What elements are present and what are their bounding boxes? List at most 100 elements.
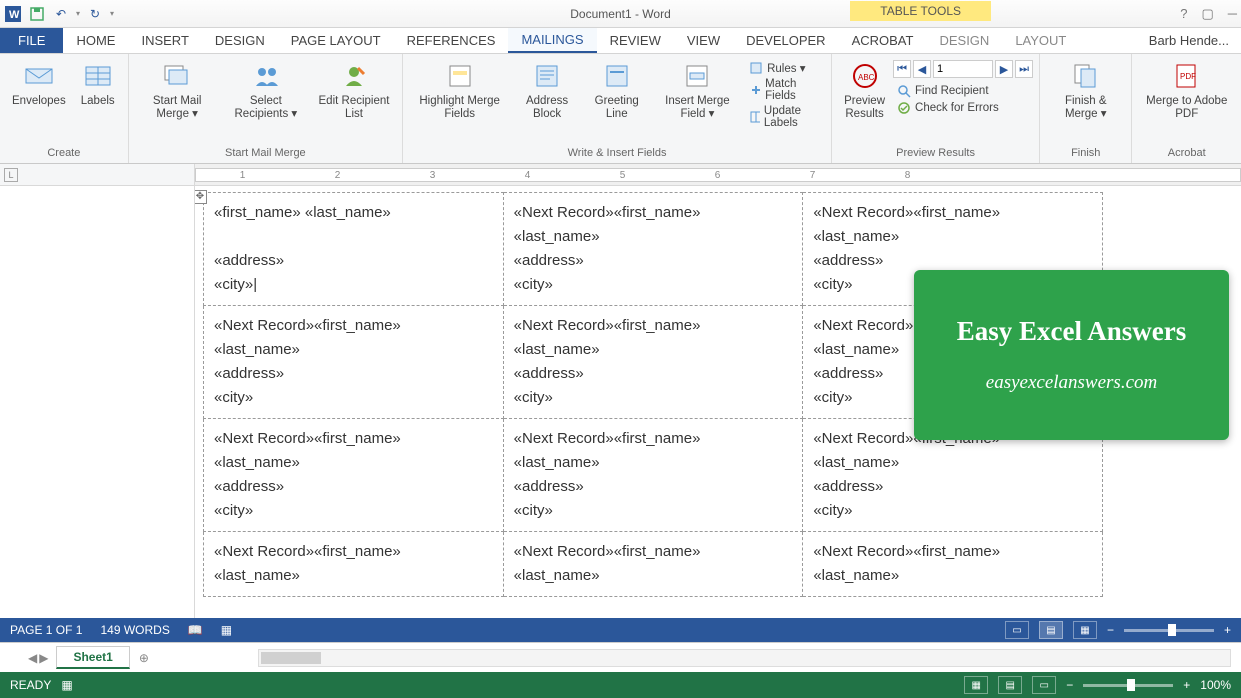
sheet-prev-icon[interactable]: ◀ bbox=[28, 651, 37, 665]
tab-table-design[interactable]: DESIGN bbox=[926, 28, 1002, 53]
label-cell[interactable]: «Next Record»«first_name»«last_name»«add… bbox=[204, 419, 504, 532]
ribbon: Envelopes Labels Create Start Mail Merge… bbox=[0, 54, 1241, 164]
insert-merge-field-button[interactable]: Insert Merge Field ▾ bbox=[652, 58, 743, 123]
minimize-icon[interactable]: ─ bbox=[1228, 6, 1237, 21]
table-move-handle-icon[interactable]: ✥ bbox=[195, 190, 207, 204]
match-fields-button[interactable]: Match Fields bbox=[749, 77, 821, 103]
check-errors-button[interactable]: Check for Errors bbox=[897, 100, 1029, 116]
window-controls: ? ▢ ─ bbox=[1180, 6, 1237, 22]
excel-status-bar: READY ▦ ▦ ▤ ▭ − + 100% bbox=[0, 672, 1241, 698]
update-labels-button[interactable]: Update Labels bbox=[749, 104, 821, 130]
label-cell[interactable]: «Next Record»«first_name»«last_name» bbox=[503, 532, 803, 597]
write-mini-buttons: Rules ▾ Match Fields Update Labels bbox=[745, 58, 825, 132]
watermark-title: Easy Excel Answers bbox=[957, 316, 1187, 347]
undo-dropdown-icon[interactable]: ▾ bbox=[76, 9, 80, 18]
sheet-tab[interactable]: Sheet1 bbox=[56, 646, 129, 669]
envelopes-button[interactable]: Envelopes bbox=[6, 58, 72, 110]
help-icon[interactable]: ? bbox=[1180, 6, 1187, 21]
print-layout-button[interactable]: ▤ bbox=[1039, 621, 1063, 639]
window-title: Document1 - Word bbox=[570, 7, 670, 21]
qat-customize-icon[interactable]: ▾ bbox=[110, 9, 114, 18]
watermark-url: easyexcelanswers.com bbox=[986, 372, 1157, 394]
spell-check-icon[interactable]: 📖 bbox=[188, 623, 203, 637]
group-start-mail-merge: Start Mail Merge ▾ Select Recipients ▾ E… bbox=[129, 54, 403, 163]
label-cell[interactable]: «first_name» «last_name»«address»«city» bbox=[204, 193, 504, 306]
sheet-next-icon[interactable]: ▶ bbox=[39, 651, 48, 665]
zoom-in-button[interactable]: + bbox=[1224, 623, 1231, 637]
read-mode-button[interactable]: ▭ bbox=[1005, 621, 1029, 639]
word-count[interactable]: 149 WORDS bbox=[100, 623, 169, 637]
select-recipients-button[interactable]: Select Recipients ▾ bbox=[222, 58, 310, 123]
finish-merge-button[interactable]: Finish & Merge ▾ bbox=[1046, 58, 1125, 123]
label-cell[interactable]: «Next Record»«first_name»«last_name»«add… bbox=[503, 419, 803, 532]
excel-zoom-slider[interactable] bbox=[1083, 684, 1173, 687]
word-app-icon: W bbox=[4, 5, 22, 23]
group-preview-results: ABCPreview Results ⏮ ◀ ▶ ⏭ Find Recipien… bbox=[832, 54, 1040, 163]
horizontal-ruler[interactable]: 12345678 bbox=[195, 164, 1241, 185]
save-icon[interactable] bbox=[28, 5, 46, 23]
next-record-button[interactable]: ▶ bbox=[995, 60, 1013, 78]
tab-references[interactable]: REFERENCES bbox=[394, 28, 509, 53]
excel-page-break-button[interactable]: ▭ bbox=[1032, 676, 1056, 694]
sheet-nav[interactable]: ◀▶ bbox=[20, 651, 56, 665]
tab-table-layout[interactable]: LAYOUT bbox=[1002, 28, 1079, 53]
page-indicator[interactable]: PAGE 1 OF 1 bbox=[10, 623, 82, 637]
undo-icon[interactable]: ↶ bbox=[52, 5, 70, 23]
user-name[interactable]: Barb Hende... bbox=[1137, 28, 1241, 53]
excel-zoom-in-button[interactable]: + bbox=[1183, 678, 1190, 692]
tab-file[interactable]: FILE bbox=[0, 28, 63, 53]
rules-button[interactable]: Rules ▾ bbox=[749, 60, 821, 76]
last-record-button[interactable]: ⏭ bbox=[1015, 60, 1033, 78]
tab-design[interactable]: DESIGN bbox=[202, 28, 278, 53]
label-cell[interactable]: «Next Record»«first_name»«last_name»«add… bbox=[204, 306, 504, 419]
ribbon-display-icon[interactable]: ▢ bbox=[1201, 6, 1213, 22]
macro-record-icon[interactable]: ▦ bbox=[61, 678, 72, 692]
excel-sheet-tab-row: ◀▶ Sheet1 ⊕ bbox=[0, 642, 1241, 672]
address-block-button[interactable]: Address Block bbox=[512, 58, 581, 123]
tab-mailings[interactable]: MAILINGS bbox=[508, 28, 596, 53]
start-mail-merge-button[interactable]: Start Mail Merge ▾ bbox=[135, 58, 220, 123]
tab-insert[interactable]: INSERT bbox=[128, 28, 201, 53]
excel-horizontal-scrollbar[interactable] bbox=[258, 649, 1231, 667]
tab-view[interactable]: VIEW bbox=[674, 28, 733, 53]
record-navigator: ⏮ ◀ ▶ ⏭ bbox=[893, 60, 1033, 78]
prev-record-button[interactable]: ◀ bbox=[913, 60, 931, 78]
record-number-input[interactable] bbox=[933, 60, 993, 78]
group-acrobat: PDFMerge to Adobe PDF Acrobat bbox=[1132, 54, 1241, 163]
macro-icon[interactable]: ▦ bbox=[221, 623, 232, 637]
tab-page-layout[interactable]: PAGE LAYOUT bbox=[278, 28, 394, 53]
label-cell[interactable]: «Next Record»«first_name»«last_name» bbox=[803, 532, 1103, 597]
edit-recipient-list-button[interactable]: Edit Recipient List bbox=[312, 58, 396, 123]
excel-normal-view-button[interactable]: ▦ bbox=[964, 676, 988, 694]
vertical-ruler[interactable] bbox=[0, 186, 195, 618]
tab-home[interactable]: HOME bbox=[63, 28, 128, 53]
zoom-slider[interactable] bbox=[1124, 629, 1214, 632]
web-layout-button[interactable]: ▦ bbox=[1073, 621, 1097, 639]
excel-page-layout-button[interactable]: ▤ bbox=[998, 676, 1022, 694]
label-cell[interactable]: «Next Record»«first_name»«last_name» bbox=[204, 532, 504, 597]
label-cell[interactable]: «Next Record»«first_name»«last_name»«add… bbox=[503, 306, 803, 419]
title-bar: W ↶ ▾ ↻ ▾ Document1 - Word TABLE TOOLS ?… bbox=[0, 0, 1241, 28]
find-recipient-button[interactable]: Find Recipient bbox=[897, 83, 1029, 99]
word-status-bar: PAGE 1 OF 1 149 WORDS 📖 ▦ ▭ ▤ ▦ − + bbox=[0, 618, 1241, 642]
excel-mode[interactable]: READY bbox=[10, 678, 51, 692]
watermark-overlay: Easy Excel Answers easyexcelanswers.com bbox=[914, 270, 1229, 440]
excel-zoom-out-button[interactable]: − bbox=[1066, 678, 1073, 692]
tab-selector[interactable]: L bbox=[4, 168, 18, 182]
tab-acrobat[interactable]: ACROBAT bbox=[839, 28, 927, 53]
tab-review[interactable]: REVIEW bbox=[597, 28, 674, 53]
svg-text:W: W bbox=[9, 9, 20, 21]
group-finish: Finish & Merge ▾ Finish bbox=[1040, 54, 1132, 163]
preview-results-button[interactable]: ABCPreview Results bbox=[838, 58, 891, 123]
highlight-merge-fields-button[interactable]: Highlight Merge Fields bbox=[409, 58, 510, 123]
zoom-out-button[interactable]: − bbox=[1107, 623, 1114, 637]
label-cell[interactable]: «Next Record»«first_name»«last_name»«add… bbox=[503, 193, 803, 306]
excel-zoom-level[interactable]: 100% bbox=[1200, 678, 1231, 692]
new-sheet-button[interactable]: ⊕ bbox=[130, 647, 158, 669]
tab-developer[interactable]: DEVELOPER bbox=[733, 28, 838, 53]
redo-icon[interactable]: ↻ bbox=[86, 5, 104, 23]
first-record-button[interactable]: ⏮ bbox=[893, 60, 911, 78]
labels-button[interactable]: Labels bbox=[74, 58, 122, 110]
greeting-line-button[interactable]: Greeting Line bbox=[584, 58, 650, 123]
merge-to-pdf-button[interactable]: PDFMerge to Adobe PDF bbox=[1138, 58, 1235, 123]
